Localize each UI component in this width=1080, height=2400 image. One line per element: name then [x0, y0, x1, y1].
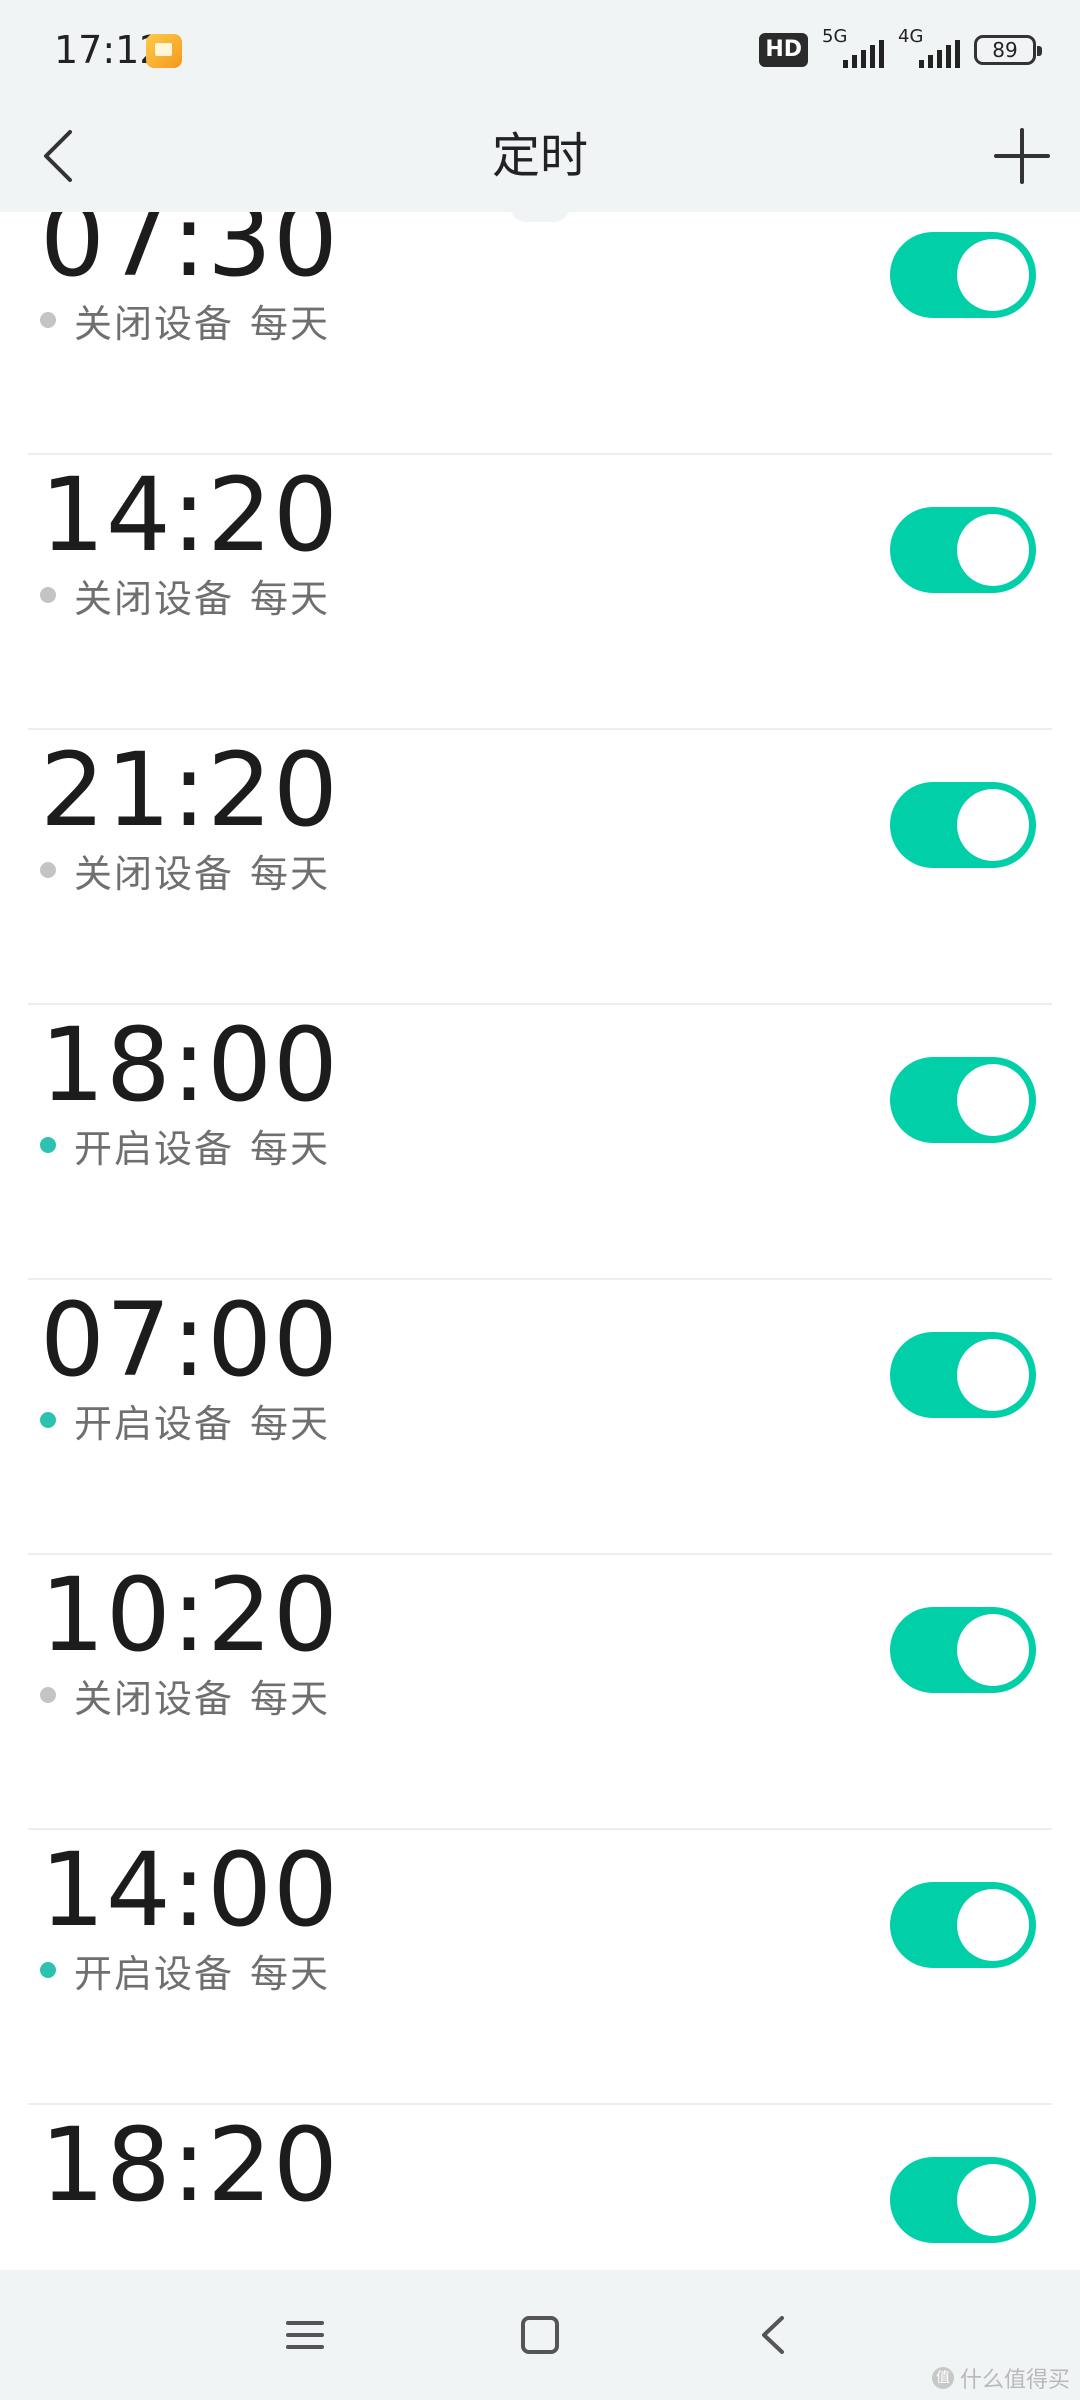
timer-repeat: 每天 [250, 576, 331, 621]
timer-item[interactable]: 18:20 [0, 2105, 1080, 2270]
status-dot-icon [40, 587, 56, 603]
home-button[interactable] [505, 2300, 575, 2370]
timer-item[interactable]: 14:00 开启设备 每天 [0, 1830, 1080, 2105]
page-title: 定时 [491, 128, 588, 184]
timer-action: 关闭设备 [74, 301, 235, 346]
timer-detail: 开启设备 每天 [40, 1948, 330, 1996]
timer-item[interactable]: 07:00 开启设备 每天 [0, 1280, 1080, 1555]
plus-icon [994, 128, 1050, 184]
battery-level: 89 [992, 38, 1018, 62]
timer-detail: 开启设备 每天 [40, 1123, 330, 1171]
timer-time: 21:20 [40, 731, 339, 850]
watermark: 值 什么值得买 [931, 2362, 1070, 2394]
add-timer-button[interactable] [988, 122, 1056, 190]
timer-detail: 关闭设备 每天 [40, 848, 330, 896]
timer-time: 07:30 [40, 212, 339, 300]
timer-toggle[interactable] [890, 1882, 1036, 1968]
timer-time: 18:20 [40, 2106, 339, 2225]
status-dot-icon [40, 312, 56, 328]
menu-button[interactable] [270, 2300, 340, 2370]
timer-detail: 开启设备 每天 [40, 1398, 330, 1446]
timer-time: 07:00 [40, 1281, 339, 1400]
timer-time: 10:20 [40, 1556, 339, 1675]
timer-repeat: 每天 [250, 1951, 331, 1996]
toggle-knob [957, 2164, 1029, 2236]
timer-repeat: 每天 [250, 1126, 331, 1171]
timer-item[interactable]: 18:00 开启设备 每天 [0, 1005, 1080, 1280]
timer-detail: 关闭设备 每天 [40, 573, 330, 621]
timer-repeat: 每天 [250, 301, 331, 346]
nav-back-button[interactable] [738, 2300, 808, 2370]
status-dot-icon [40, 1137, 56, 1153]
toggle-knob [957, 1614, 1029, 1686]
signal-4g-icon: 4G [898, 26, 960, 70]
timer-toggle[interactable] [890, 782, 1036, 868]
notification-app-icon [146, 34, 182, 68]
watermark-logo: 值 [931, 2367, 954, 2389]
battery-icon: 89 [974, 35, 1042, 65]
timer-action: 关闭设备 [74, 1676, 235, 1721]
toggle-knob [957, 1064, 1029, 1136]
timer-repeat: 每天 [250, 851, 331, 896]
timer-item[interactable]: 21:20 关闭设备 每天 [0, 730, 1080, 1005]
timer-action: 关闭设备 [74, 851, 235, 896]
hd-voice-icon: HD [759, 33, 808, 67]
timer-time: 14:00 [40, 1831, 339, 1950]
navigation-bar: 值 什么值得买 [0, 2270, 1080, 2400]
watermark-text: 什么值得买 [959, 2368, 1070, 2393]
toggle-knob [957, 789, 1029, 861]
status-dot-icon [40, 862, 56, 878]
toggle-knob [957, 239, 1029, 311]
status-indicators: HD 5G 4G 89 [759, 26, 1042, 70]
menu-icon [286, 2321, 324, 2349]
timer-detail: 关闭设备 每天 [40, 298, 330, 346]
timer-toggle[interactable] [890, 232, 1036, 318]
signal-5g-icon: 5G [822, 26, 884, 70]
status-dot-icon [40, 1687, 56, 1703]
timer-time: 14:20 [40, 456, 339, 575]
status-dot-icon [40, 1962, 56, 1978]
toggle-knob [957, 514, 1029, 586]
toggle-knob [957, 1339, 1029, 1411]
status-bar: 17:12 HD 5G 4G 89 [0, 0, 1080, 100]
timer-toggle[interactable] [890, 1332, 1036, 1418]
timer-action: 关闭设备 [74, 576, 235, 621]
status-dot-icon [40, 1412, 56, 1428]
timer-action: 开启设备 [74, 1126, 235, 1171]
timer-time: 18:00 [40, 1006, 339, 1125]
timer-item[interactable]: 14:20 关闭设备 每天 [0, 455, 1080, 730]
timer-repeat: 每天 [250, 1401, 331, 1446]
timer-toggle[interactable] [890, 1057, 1036, 1143]
timer-toggle[interactable] [890, 1607, 1036, 1693]
title-bar: 定时 [0, 100, 1080, 212]
timer-action: 开启设备 [74, 1401, 235, 1446]
toggle-knob [957, 1889, 1029, 1961]
timer-repeat: 每天 [250, 1676, 331, 1721]
home-square-icon [521, 2316, 559, 2354]
timer-toggle[interactable] [890, 2157, 1036, 2243]
timer-detail: 关闭设备 每天 [40, 1673, 330, 1721]
timer-list[interactable]: 07:30 关闭设备 每天 14:20 关闭设备 每天 21:20 关闭设备 每天 18:00 开启… [0, 212, 1080, 2270]
back-triangle-icon [762, 2316, 784, 2354]
timer-action: 开启设备 [74, 1951, 235, 1996]
timer-item[interactable]: 07:30 关闭设备 每天 [0, 212, 1080, 455]
timer-toggle[interactable] [890, 507, 1036, 593]
timer-item[interactable]: 10:20 关闭设备 每天 [0, 1555, 1080, 1830]
